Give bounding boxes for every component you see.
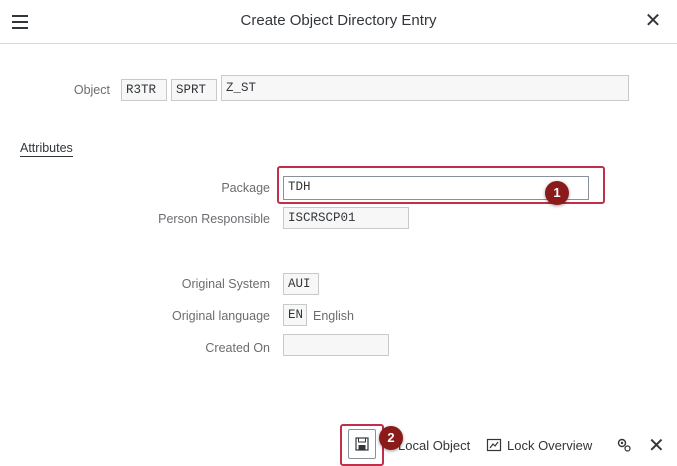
cancel-icon[interactable]: ✕ <box>648 433 665 457</box>
created-on-field <box>283 334 389 356</box>
original-language-label: Original language <box>172 309 270 323</box>
attributes-section-title: Attributes <box>20 141 73 157</box>
object-pgmid-field: R3TR <box>121 79 167 101</box>
lock-overview-label: Lock Overview <box>507 437 593 453</box>
local-object-button[interactable]: Local Object <box>398 433 470 457</box>
dialog-footer: 2 Local Object Lock Overview ✕ <box>0 424 677 466</box>
dialog-titlebar: Create Object Directory Entry ✕ <box>0 0 677 44</box>
original-language-text: English <box>313 309 354 323</box>
object-label: Object <box>73 83 110 97</box>
created-on-label: Created On <box>205 341 270 355</box>
settings-button[interactable] <box>616 433 632 457</box>
object-name-field: Z_ST <box>221 75 629 101</box>
person-responsible-label: Person Responsible <box>158 212 270 226</box>
settings-icon <box>617 438 631 452</box>
lock-overview-icon <box>486 438 502 452</box>
lock-overview-button[interactable]: Lock Overview <box>486 433 592 457</box>
close-icon[interactable]: ✕ <box>641 9 665 33</box>
package-label: Package <box>221 181 270 195</box>
save-highlight-box <box>340 424 384 466</box>
dialog-title: Create Object Directory Entry <box>240 12 437 29</box>
original-system-field: AUI <box>283 273 319 295</box>
person-responsible-field: ISCRSCP01 <box>283 207 409 229</box>
object-type-field: SPRT <box>171 79 217 101</box>
local-object-label: Local Object <box>398 437 471 453</box>
original-language-code-field: EN <box>283 304 307 326</box>
step-marker-1: 1 <box>545 181 569 205</box>
original-system-label: Original System <box>181 277 270 291</box>
